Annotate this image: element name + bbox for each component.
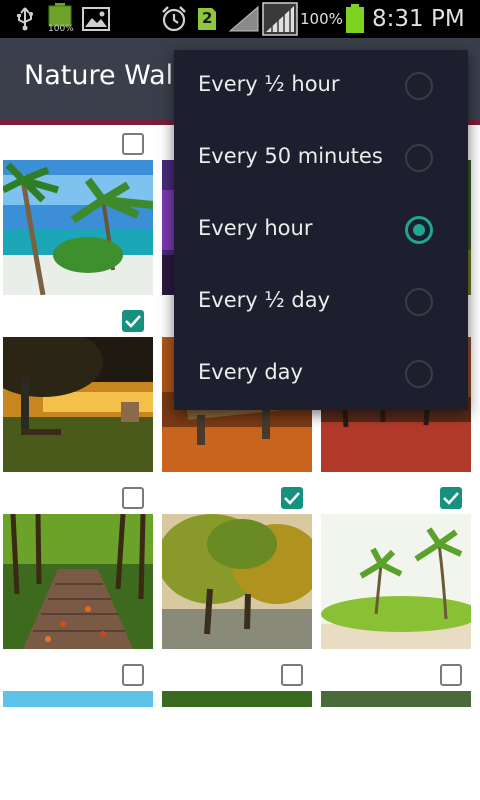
option-label: Every ½ day [198, 288, 331, 312]
wallpaper-thumbnail[interactable] [3, 160, 153, 295]
app-title: Nature Wal [24, 60, 174, 91]
checkbox[interactable] [281, 664, 303, 686]
option-every-50-minutes[interactable]: Every 50 minutes [174, 122, 468, 194]
radio-button[interactable] [405, 360, 433, 388]
checkbox[interactable] [440, 664, 462, 686]
checkbox-checked[interactable] [440, 487, 462, 509]
checkbox[interactable] [122, 133, 144, 155]
status-bar: 100% 2 100% 8:31 PM [0, 0, 480, 38]
radio-button-selected[interactable] [405, 216, 433, 244]
clock: 8:31 PM [372, 6, 465, 32]
wallpaper-thumbnail[interactable] [321, 691, 471, 707]
wallpaper-thumbnail[interactable] [162, 691, 312, 707]
notification-count: 2 [202, 9, 213, 27]
radio-button[interactable] [405, 288, 433, 316]
option-every-half-day[interactable]: Every ½ day [174, 266, 468, 338]
wallpaper-thumbnail[interactable] [3, 691, 153, 707]
radio-button[interactable] [405, 72, 433, 100]
checkbox[interactable] [122, 487, 144, 509]
option-every-day[interactable]: Every day [174, 338, 468, 410]
signal-full-icon [262, 0, 298, 38]
checkbox[interactable] [122, 664, 144, 686]
interval-popup-menu: Every ½ hour Every 50 minutes Every hour… [174, 50, 468, 410]
wallpaper-thumbnail[interactable] [162, 514, 312, 649]
option-every-half-hour[interactable]: Every ½ hour [174, 50, 468, 122]
battery-small-icon: 100% [47, 0, 74, 38]
checkbox-checked[interactable] [122, 310, 144, 332]
option-label: Every day [198, 360, 303, 384]
battery-icon [345, 0, 365, 38]
radio-button[interactable] [405, 144, 433, 172]
image-icon [82, 0, 110, 38]
wallpaper-thumbnail[interactable] [3, 337, 153, 472]
option-label: Every ½ hour [198, 72, 340, 96]
alarm-icon [160, 0, 188, 38]
option-label: Every 50 minutes [198, 144, 383, 168]
battery-small-label: 100% [48, 24, 74, 34]
sim-icon: 2 [196, 0, 218, 38]
wallpaper-thumbnail[interactable] [3, 514, 153, 649]
signal-icon [228, 0, 260, 38]
option-every-hour[interactable]: Every hour [174, 194, 468, 266]
battery-percent: 100% [300, 10, 343, 28]
option-label: Every hour [198, 216, 313, 240]
usb-icon [14, 0, 36, 38]
wallpaper-thumbnail[interactable] [321, 514, 471, 649]
checkbox-checked[interactable] [281, 487, 303, 509]
